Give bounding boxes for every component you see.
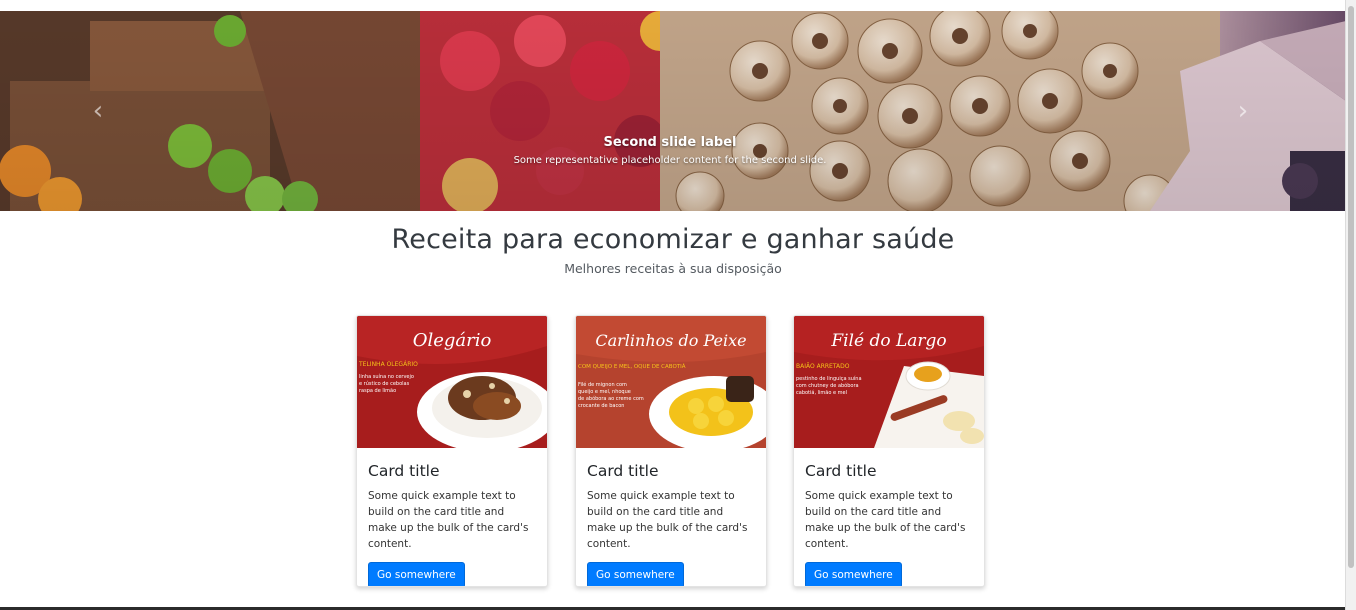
card-image-title: Carlinhos do Peixe (595, 331, 746, 350)
card-olegario: Olegário TELINHA OLEGÁRIO linha suína no… (356, 315, 548, 587)
chevron-left-icon: ‹ (92, 96, 104, 126)
chevron-right-icon: › (1237, 96, 1249, 126)
hero-carousel[interactable]: ‹ › Second slide label Some representati… (0, 11, 1346, 211)
card-image-title: Filé do Largo (830, 331, 946, 351)
carousel-caption: Second slide label Some representative p… (420, 135, 920, 166)
carousel-shade (0, 11, 1346, 211)
carousel-next-button[interactable]: › (1223, 91, 1263, 131)
card-text: Some quick example text to build on the … (587, 490, 748, 550)
card-image: Carlinhos do Peixe COM QUEIJO E MEL, OQU… (576, 316, 766, 448)
page-header: Receita para economizar e ganhar saúde M… (0, 224, 1346, 276)
card-image-subtitle: TELINHA OLEGÁRIO (358, 361, 418, 368)
card-image-line: queijo e mel, nhoque (578, 389, 631, 395)
carousel-caption-title: Second slide label (603, 135, 737, 150)
card-image-line: pestinho de linguiça suína (796, 375, 862, 382)
go-somewhere-button[interactable]: Go somewhere (368, 562, 465, 586)
carousel-caption-text: Some representative placeholder content … (513, 155, 827, 166)
scrollbar-thumb[interactable] (1348, 6, 1354, 568)
card-image-line: Filé de mignon com (578, 381, 627, 388)
card-image-line: e rústico de cebolas (359, 380, 410, 387)
card-image-line: linha suína no cervejo (359, 373, 414, 380)
card-image-line: com chutney de abóbora (796, 382, 859, 389)
page-title: Receita para economizar e ganhar saúde (391, 224, 955, 255)
top-strip (0, 0, 1346, 11)
card-image-line: cabotiá, limão e mel (796, 389, 847, 396)
page-subtitle: Melhores receitas à sua disposição (564, 261, 782, 276)
card-title: Card title (805, 462, 877, 480)
card-image-line: raspa de limão (359, 388, 396, 394)
card-image-title: Olegário (413, 330, 492, 351)
card-title: Card title (587, 462, 659, 480)
go-somewhere-button[interactable]: Go somewhere (805, 562, 902, 586)
card-text: Some quick example text to build on the … (368, 490, 529, 550)
card-image-subtitle: BAIÃO ARRETADO (796, 363, 850, 370)
card-body: Card title Some quick example text to bu… (357, 448, 547, 586)
card-file-do-largo: Filé do Largo BAIÃO ARRETADO pestinho de… (793, 315, 985, 587)
go-somewhere-button[interactable]: Go somewhere (587, 562, 684, 586)
carousel-prev-button[interactable]: ‹ (78, 91, 118, 131)
page-scrollbar[interactable] (1345, 0, 1356, 610)
card-body: Card title Some quick example text to bu… (576, 448, 766, 586)
card-image-line: crocante de bacon (578, 403, 624, 409)
card-image: Olegário TELINHA OLEGÁRIO linha suína no… (357, 316, 547, 448)
card-text: Some quick example text to build on the … (805, 490, 966, 550)
card-image-subtitle: COM QUEIJO E MEL, OQUE DE CABOTIÁ (578, 363, 686, 370)
card-title: Card title (368, 462, 440, 480)
card-carlinhos-do-peixe: Carlinhos do Peixe COM QUEIJO E MEL, OQU… (575, 315, 767, 587)
card-image-line: de abóbora ao creme com (578, 395, 644, 402)
card-body: Card title Some quick example text to bu… (794, 448, 984, 586)
card-image: Filé do Largo BAIÃO ARRETADO pestinho de… (794, 316, 984, 448)
